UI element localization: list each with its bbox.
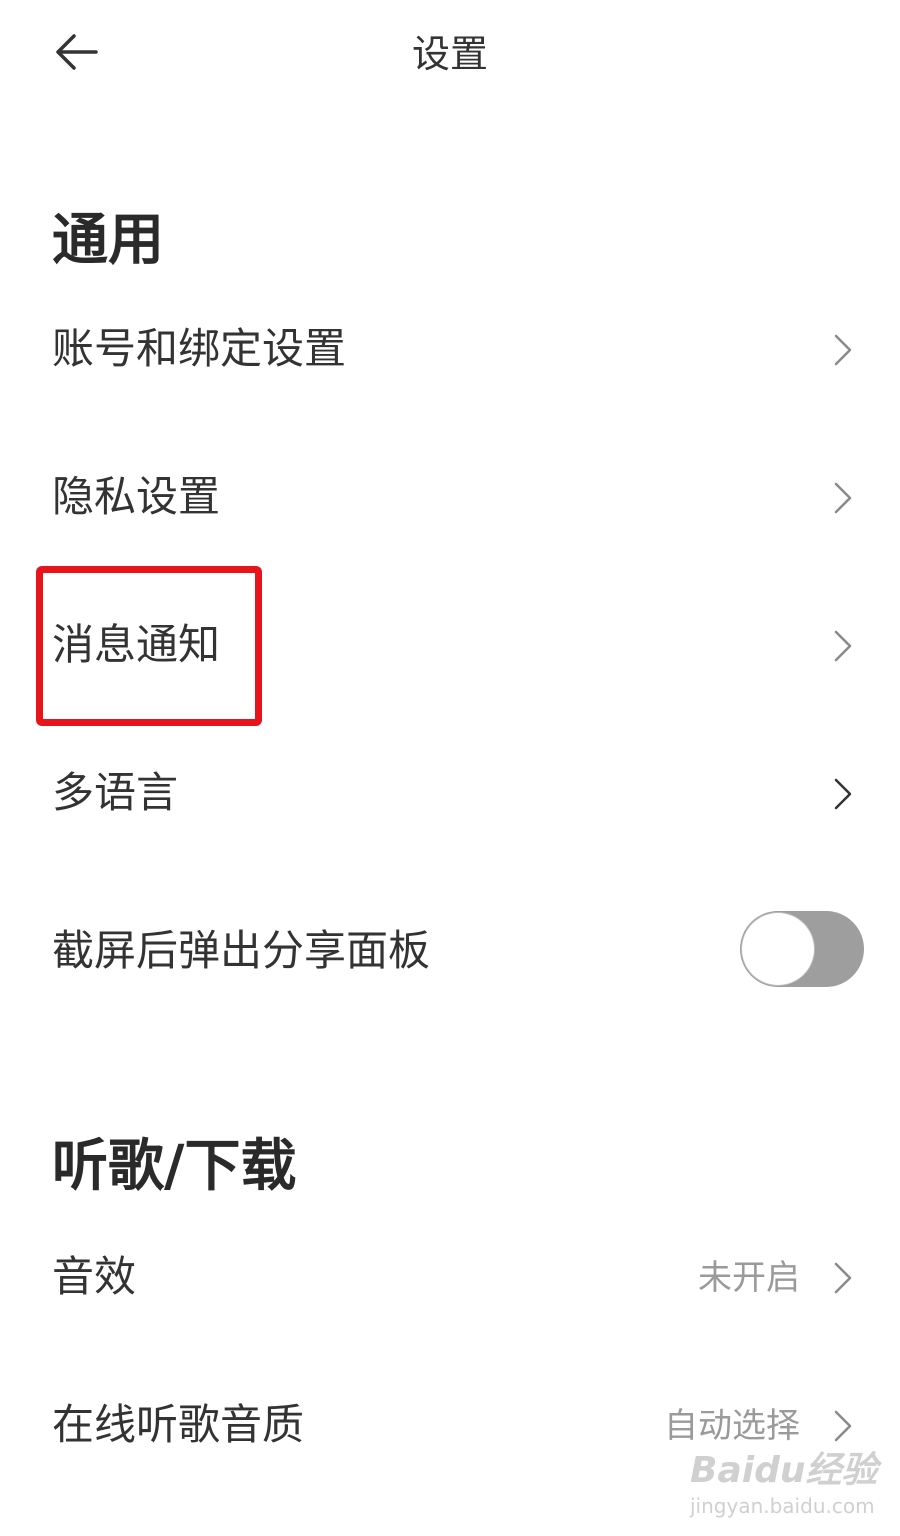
row-label: 截屏后弹出分享面板 xyxy=(52,926,431,975)
row-label: 多语言 xyxy=(52,768,179,817)
settings-row-account-binding[interactable]: 账号和绑定设置 xyxy=(0,298,900,398)
settings-row-privacy[interactable]: 隐私设置 xyxy=(0,446,900,546)
screenshot-share-toggle[interactable] xyxy=(740,911,864,987)
header: 设置 xyxy=(0,0,900,110)
watermark-logo: Baidu经验 xyxy=(690,1450,878,1491)
baidu-jingyan-watermark: Baidu经验 jingyan.baidu.com xyxy=(690,1450,877,1520)
settings-row-notifications[interactable]: 消息通知 xyxy=(0,594,900,694)
settings-row-sound-effect[interactable]: 音效 未开启 xyxy=(0,1226,900,1326)
chevron-right-icon xyxy=(834,482,852,514)
section-title-general: 通用 xyxy=(52,208,164,273)
settings-row-language[interactable]: 多语言 xyxy=(0,742,900,842)
row-value: 未开启 xyxy=(698,1258,800,1298)
row-label: 音效 xyxy=(52,1252,137,1301)
chevron-right-icon xyxy=(834,334,852,366)
watermark-url: jingyan.baidu.com xyxy=(690,1494,875,1518)
page-title: 设置 xyxy=(411,32,488,76)
chevron-right-icon xyxy=(834,630,852,662)
row-label: 隐私设置 xyxy=(52,472,221,521)
chevron-right-icon xyxy=(834,778,852,810)
section-title-listen-download: 听歌/下载 xyxy=(52,1134,297,1199)
row-label: 在线听歌音质 xyxy=(52,1400,305,1449)
row-label: 账号和绑定设置 xyxy=(52,324,347,373)
row-value: 自动选择 xyxy=(664,1406,800,1446)
row-label: 消息通知 xyxy=(52,620,221,669)
toggle-knob xyxy=(742,913,814,985)
chevron-right-icon xyxy=(834,1262,852,1294)
chevron-right-icon xyxy=(834,1410,852,1442)
